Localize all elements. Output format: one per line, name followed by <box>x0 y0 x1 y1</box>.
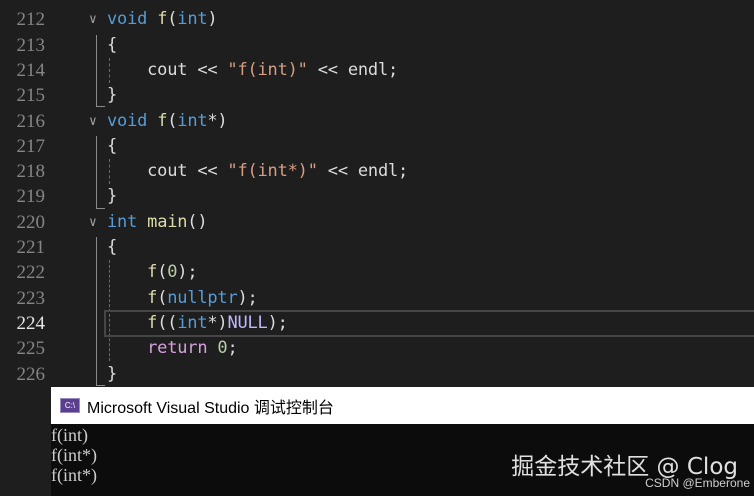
console-app-icon: C:\ <box>60 398 80 413</box>
code-token: "f(int)" <box>227 59 308 80</box>
current-line-highlight <box>104 310 754 337</box>
code-token: { <box>107 135 118 156</box>
line-number: 213 <box>16 34 46 56</box>
line-number: 225 <box>16 338 46 360</box>
line-number: 226 <box>16 363 46 385</box>
line-number: 220 <box>16 211 46 233</box>
code-token: ( <box>167 110 178 131</box>
code-token: ( <box>157 262 168 283</box>
code-token: } <box>107 363 118 384</box>
code-token: int <box>177 9 208 30</box>
code-token: << endl; <box>317 161 409 182</box>
line-number: 224 <box>16 312 46 334</box>
code-token: return <box>147 338 208 359</box>
line-number: 221 <box>16 237 46 258</box>
code-token: { <box>107 34 118 55</box>
fold-chevron-icon[interactable]: ∨ <box>89 210 97 235</box>
code-token: main <box>147 211 188 232</box>
code-line[interactable]: void f(int*) <box>107 109 228 134</box>
console-output-line: f(int) <box>51 425 88 445</box>
console-title: Microsoft Visual Studio 调试控制台 <box>87 399 334 417</box>
code-line[interactable]: return 0; <box>107 336 238 361</box>
fold-chevron-icon[interactable]: ∨ <box>89 7 97 32</box>
line-number: 215 <box>16 85 46 107</box>
code-line[interactable]: f(nullptr); <box>107 286 258 311</box>
code-token: ); <box>237 287 258 308</box>
line-number: 219 <box>16 186 46 208</box>
watermark-sub: CSDN @Emberone <box>645 476 750 490</box>
code-token: } <box>107 186 118 207</box>
line-number: 214 <box>16 59 46 81</box>
code-line[interactable]: } <box>107 362 117 387</box>
code-line[interactable]: } <box>107 184 117 209</box>
code-line[interactable]: void f(int) <box>107 7 218 32</box>
code-token: f <box>147 287 158 308</box>
line-number: 223 <box>16 287 46 309</box>
line-number: 212 <box>16 9 46 31</box>
indent-guide <box>109 57 110 84</box>
code-line[interactable]: cout << "f(int*)" << endl; <box>107 159 408 184</box>
line-number: 211 <box>0 0 45 7</box>
code-token: void <box>107 110 148 131</box>
code-token: int <box>177 110 208 131</box>
line-number: 218 <box>16 161 46 183</box>
code-token: () <box>187 211 208 232</box>
line-number: 217 <box>16 135 46 157</box>
code-line[interactable]: } <box>107 83 117 108</box>
code-line[interactable]: { <box>107 235 117 260</box>
code-line[interactable]: f(0); <box>107 260 197 285</box>
console-title-bar[interactable]: C:\ Microsoft Visual Studio 调试控制台 <box>51 387 754 424</box>
code-line[interactable]: int main() <box>107 210 208 235</box>
code-token: << endl; <box>307 59 399 80</box>
line-number: 216 <box>16 110 46 132</box>
code-token: void <box>107 9 148 30</box>
code-token: ; <box>227 338 238 359</box>
code-token: ( <box>167 9 178 30</box>
scope-guide <box>96 135 105 209</box>
code-token: cout << <box>107 161 228 182</box>
code-token: } <box>107 85 118 106</box>
code-token: ); <box>177 262 198 283</box>
code-token: nullptr <box>167 287 238 308</box>
scope-guide <box>96 34 105 108</box>
code-line[interactable]: cout << "f(int)" << endl; <box>107 58 398 83</box>
code-token: f <box>157 110 168 131</box>
line-number: 222 <box>16 262 46 284</box>
code-token: { <box>107 237 118 257</box>
code-token: cout << <box>107 59 228 80</box>
code-token: f <box>157 9 168 30</box>
code-token: ) <box>207 9 218 30</box>
code-token: int <box>107 211 138 232</box>
code-token: "f(int*)" <box>227 161 318 182</box>
code-token: f <box>147 262 158 283</box>
code-token: *) <box>207 110 228 131</box>
code-token: 0 <box>167 262 178 283</box>
code-line[interactable]: { <box>107 33 117 58</box>
code-token: ( <box>157 287 168 308</box>
indent-guide <box>109 159 110 185</box>
code-token: 0 <box>217 338 228 359</box>
fold-chevron-icon[interactable]: ∨ <box>89 109 97 134</box>
code-line[interactable]: { <box>107 134 117 159</box>
